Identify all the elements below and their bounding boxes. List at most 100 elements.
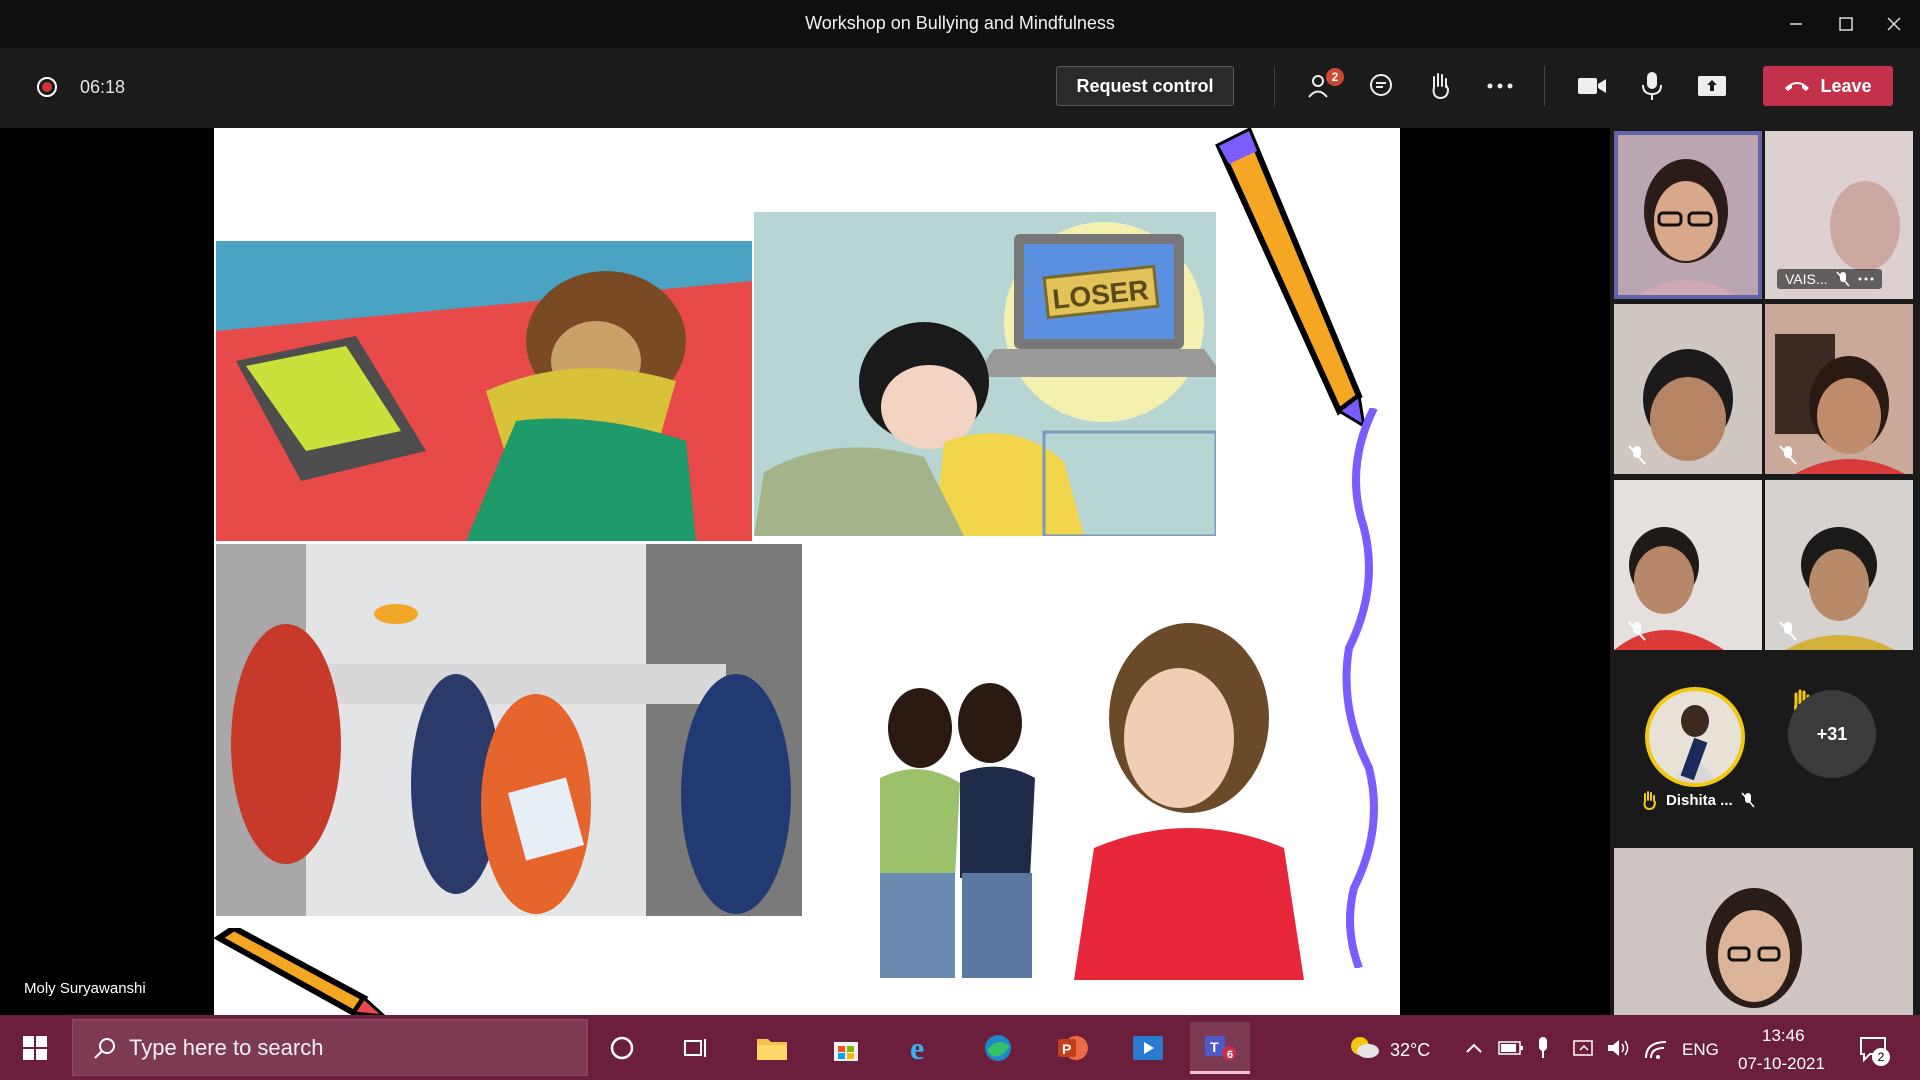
search-input[interactable] — [129, 1034, 549, 1061]
powerpoint-button[interactable]: P — [1042, 1022, 1102, 1074]
participant-tile[interactable] — [1614, 480, 1762, 650]
battery-icon[interactable] — [1498, 1040, 1524, 1056]
camera-button[interactable] — [1570, 66, 1614, 106]
action-center-button[interactable]: 2 — [1858, 1034, 1890, 1066]
weather-temp[interactable]: 32°C — [1390, 1040, 1430, 1061]
participant-tile[interactable] — [1765, 480, 1913, 650]
share-screen-icon — [1698, 76, 1726, 96]
notifications-badge: 2 — [1872, 1048, 1890, 1066]
mic-off-icon — [1628, 621, 1646, 641]
start-button[interactable] — [0, 1015, 70, 1080]
hand-icon — [1432, 73, 1450, 100]
slide-image-corridor-bullying — [216, 544, 802, 916]
participant-avatar[interactable] — [1645, 687, 1745, 787]
ellipsis-icon — [1487, 83, 1513, 89]
microphone-icon — [1642, 72, 1662, 100]
window-title: Workshop on Bullying and Mindfulness — [805, 13, 1115, 33]
microphone-tray-icon[interactable] — [1536, 1036, 1550, 1060]
overflow-count: +31 — [1816, 723, 1848, 744]
mic-off-icon — [1741, 792, 1755, 808]
volume-icon[interactable] — [1606, 1037, 1630, 1059]
share-button[interactable] — [1690, 66, 1734, 106]
minimize-icon — [1790, 23, 1802, 25]
raised-hand-icon — [1643, 791, 1656, 810]
meeting-timer: 06:18 — [80, 77, 126, 97]
language-indicator[interactable]: ENG — [1682, 1040, 1719, 1060]
maximize-button[interactable] — [1826, 8, 1866, 40]
participant-tile-vais[interactable]: VAIS... — [1765, 131, 1913, 299]
more-actions-button[interactable] — [1478, 66, 1522, 106]
svg-text:e: e — [910, 1032, 924, 1064]
presenter-name: Moly Suryawanshi — [24, 980, 146, 997]
media-player-button[interactable] — [1118, 1022, 1178, 1074]
clock-time[interactable]: 13:46 — [1762, 1026, 1805, 1046]
slide-image-girl-laptop-loser: LOSER — [754, 212, 1216, 536]
internet-explorer-icon: e — [910, 1032, 924, 1064]
media-player-icon — [1133, 1036, 1163, 1060]
mic-off-icon — [1628, 445, 1646, 465]
wifi-icon[interactable] — [1644, 1038, 1668, 1060]
more-participants-button[interactable]: +31 — [1788, 690, 1876, 778]
toolbar-divider — [1274, 66, 1275, 106]
chat-icon — [1370, 74, 1392, 96]
mic-off-icon — [1779, 621, 1797, 641]
microphone-button[interactable] — [1630, 66, 1674, 106]
chevron-up-icon[interactable] — [1466, 1042, 1482, 1054]
clock-date[interactable]: 07-10-2021 — [1738, 1054, 1825, 1074]
edge-button[interactable] — [968, 1022, 1028, 1074]
weather-icon[interactable] — [1348, 1032, 1380, 1062]
slide-image-girl-red-shirt — [1074, 618, 1304, 980]
teams-button[interactable]: T 6 — [1190, 1022, 1250, 1074]
folder-icon — [757, 1039, 787, 1060]
network-status-icon[interactable] — [1572, 1038, 1596, 1060]
store-button[interactable] — [816, 1022, 876, 1074]
request-control-button[interactable]: Request control — [1056, 66, 1234, 106]
slide-crayon-bottom — [214, 928, 394, 1015]
slide-crayon-top — [1209, 128, 1369, 426]
recording-icon — [37, 77, 57, 97]
avatar-photo — [1673, 705, 1717, 783]
participant-tile[interactable] — [1614, 304, 1762, 474]
teams-badge: 6 — [1227, 1049, 1234, 1061]
svg-text:P: P — [1062, 1041, 1071, 1057]
svg-text:T: T — [1210, 1039, 1219, 1055]
participant-tile-active-speaker[interactable] — [1614, 131, 1762, 299]
powerpoint-icon: P — [1058, 1036, 1088, 1060]
participants-button[interactable]: 2 — [1300, 66, 1344, 106]
participant-tile[interactable] — [1765, 304, 1913, 474]
toolbar-divider — [1544, 66, 1545, 106]
maximize-icon — [1839, 17, 1853, 31]
task-view-icon — [684, 1039, 706, 1057]
file-explorer-button[interactable] — [742, 1022, 802, 1074]
ellipsis-icon — [1858, 277, 1874, 281]
close-icon — [1887, 17, 1901, 31]
self-view-tile[interactable] — [1614, 848, 1913, 1015]
participant-avatar-label: Dishita ... — [1640, 790, 1755, 810]
minimize-button[interactable] — [1776, 8, 1816, 40]
mic-off-icon — [1779, 445, 1797, 465]
slide-image-girl-bed — [216, 241, 752, 541]
search-icon — [94, 1037, 115, 1059]
windows-logo-icon — [23, 1035, 47, 1060]
slide-image-girls-whispering — [850, 668, 1070, 978]
shared-slide: LOSER — [214, 128, 1400, 1015]
raise-hand-button[interactable] — [1418, 66, 1462, 106]
hang-up-icon — [1785, 82, 1810, 91]
close-button[interactable] — [1874, 8, 1914, 40]
participants-badge: 2 — [1326, 68, 1344, 86]
title-bar: Workshop on Bullying and Mindfulness — [0, 0, 1920, 48]
participant-name: Dishita ... — [1666, 791, 1733, 809]
internet-explorer-button[interactable]: e — [892, 1022, 952, 1074]
leave-label: Leave — [1820, 75, 1872, 96]
taskbar-search[interactable] — [72, 1019, 588, 1076]
camera-icon — [1578, 78, 1606, 94]
edge-icon — [985, 1035, 1011, 1061]
cortana-icon — [610, 1036, 634, 1060]
chat-button[interactable] — [1359, 66, 1403, 106]
participant-label: VAIS... — [1777, 269, 1882, 289]
task-view-button[interactable] — [666, 1022, 726, 1074]
mic-off-icon — [1835, 271, 1850, 287]
leave-button[interactable]: Leave — [1763, 66, 1893, 106]
cortana-button[interactable] — [592, 1022, 652, 1074]
store-icon — [834, 1042, 858, 1061]
